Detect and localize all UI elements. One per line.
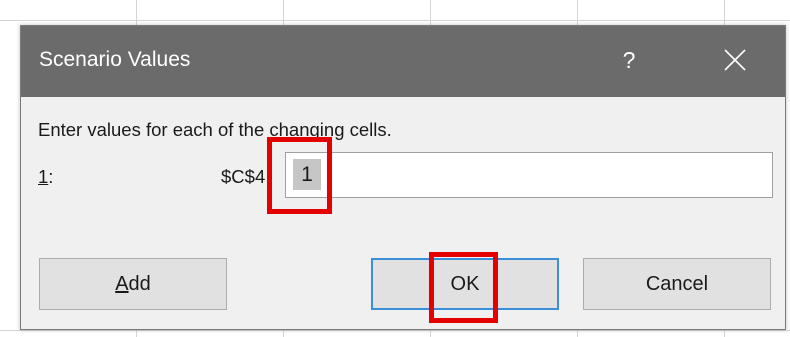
changing-cell-reference: $C$4	[221, 166, 266, 187]
scenario-values-dialog: Scenario Values ? Enter values for each …	[20, 25, 786, 330]
add-button-label: Add	[115, 273, 151, 295]
instruction-text: Enter values for each of the changing ce…	[38, 119, 392, 140]
close-button[interactable]	[709, 40, 761, 80]
dialog-titlebar[interactable]: Scenario Values ?	[21, 26, 785, 97]
add-accelerator: A	[115, 273, 129, 295]
row-suffix: :	[48, 166, 54, 187]
help-button[interactable]: ?	[605, 40, 653, 80]
row-label: 1:	[38, 166, 53, 188]
grid-line	[0, 330, 790, 331]
grid-line	[0, 20, 790, 21]
cancel-button[interactable]: Cancel	[583, 258, 771, 310]
row-index: 1	[38, 166, 49, 187]
ok-button[interactable]: OK	[371, 258, 559, 310]
add-button[interactable]: Add	[39, 258, 227, 310]
dialog-title: Scenario Values	[39, 48, 191, 71]
value-input-text[interactable]: 1	[293, 159, 321, 190]
add-label-rest: dd	[128, 273, 151, 295]
value-input[interactable]: 1	[285, 152, 773, 198]
close-icon	[724, 49, 746, 71]
